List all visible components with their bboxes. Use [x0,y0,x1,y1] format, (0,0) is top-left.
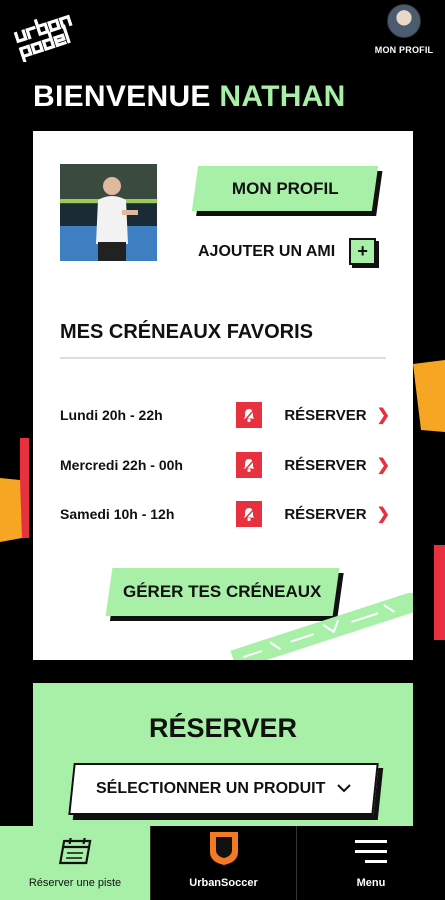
profile-link-label: MON PROFIL [374,45,434,55]
reserve-title: RÉSERVER [148,713,298,743]
reserve-slot-label: RÉSERVER [284,505,367,523]
nav-book-court[interactable]: Réserver une piste [0,826,150,900]
favorite-slot: Lundi 20h - 22h RÉSERVER ❯ [60,401,390,429]
reserve-slot-label: RÉSERVER [284,456,367,474]
card-corner-decoration [230,593,413,660]
reserve-slot-link[interactable]: RÉSERVER ❯ [284,504,390,524]
chevron-right-icon: ❯ [376,407,390,424]
profile-photo [60,164,157,261]
chevron-down-icon [337,780,351,798]
greeting-text: BIENVENUE [33,80,211,113]
my-profile-button-label: MON PROFIL [231,178,339,198]
product-select[interactable]: SÉLECTIONNER UN PRODUIT [68,763,379,815]
hamburger-icon [353,838,389,871]
my-profile-button[interactable]: MON PROFIL [191,166,379,211]
reserve-slot-link[interactable]: RÉSERVER ❯ [284,455,390,475]
slot-time: Mercredi 22h - 00h [60,457,183,473]
urbansoccer-shield-icon [207,830,241,871]
product-select-label: SÉLECTIONNER UN PRODUIT [95,780,326,797]
nav-book-court-label: Réserver une piste [28,877,122,889]
bell-icon[interactable] [236,402,263,428]
slot-time: Lundi 20h - 22h [60,407,163,423]
reserve-slot-label: RÉSERVER [284,406,367,424]
add-friend-label: AJOUTER UN AMI [198,242,336,260]
avatar [387,4,421,38]
plus-icon[interactable]: + [349,238,377,265]
nav-menu-label: Menu [356,877,386,889]
profile-link[interactable]: MON PROFIL [375,4,433,55]
favorite-slot: Mercredi 22h - 00h RÉSERVER ❯ [60,451,390,479]
slot-time: Samedi 10h - 12h [60,506,175,522]
nav-urbansoccer-label: UrbanSoccer [189,877,258,889]
right-bottom-decoration-shape [434,545,445,640]
nav-menu[interactable]: Menu [297,826,445,900]
favorite-slot: Samedi 10h - 12h RÉSERVER ❯ [60,500,390,528]
add-friend-button[interactable]: AJOUTER UN AMI + [198,238,377,265]
nav-urbansoccer[interactable]: UrbanSoccer [150,826,297,900]
chevron-right-icon: ❯ [376,506,390,523]
user-name: NATHAN [219,80,346,113]
bell-icon[interactable] [236,501,263,527]
reserve-panel: RÉSERVER SÉLECTIONNER UN PRODUIT [33,683,413,833]
divider [60,357,386,359]
calendar-icon [56,836,94,871]
favorites-title: MES CRÉNEAUX FAVORIS [60,321,313,343]
profile-card: MON PROFIL AJOUTER UN AMI + MES CRÉNEAUX… [33,131,413,660]
urban-padel-logo[interactable] [10,6,110,62]
page-title: BIENVENUE NATHAN [33,80,346,114]
bottom-nav: Réserver une piste UrbanSoccer Menu [0,826,445,900]
reserve-slot-link[interactable]: RÉSERVER ❯ [284,405,390,425]
bell-icon[interactable] [236,452,263,478]
chevron-right-icon: ❯ [376,457,390,474]
